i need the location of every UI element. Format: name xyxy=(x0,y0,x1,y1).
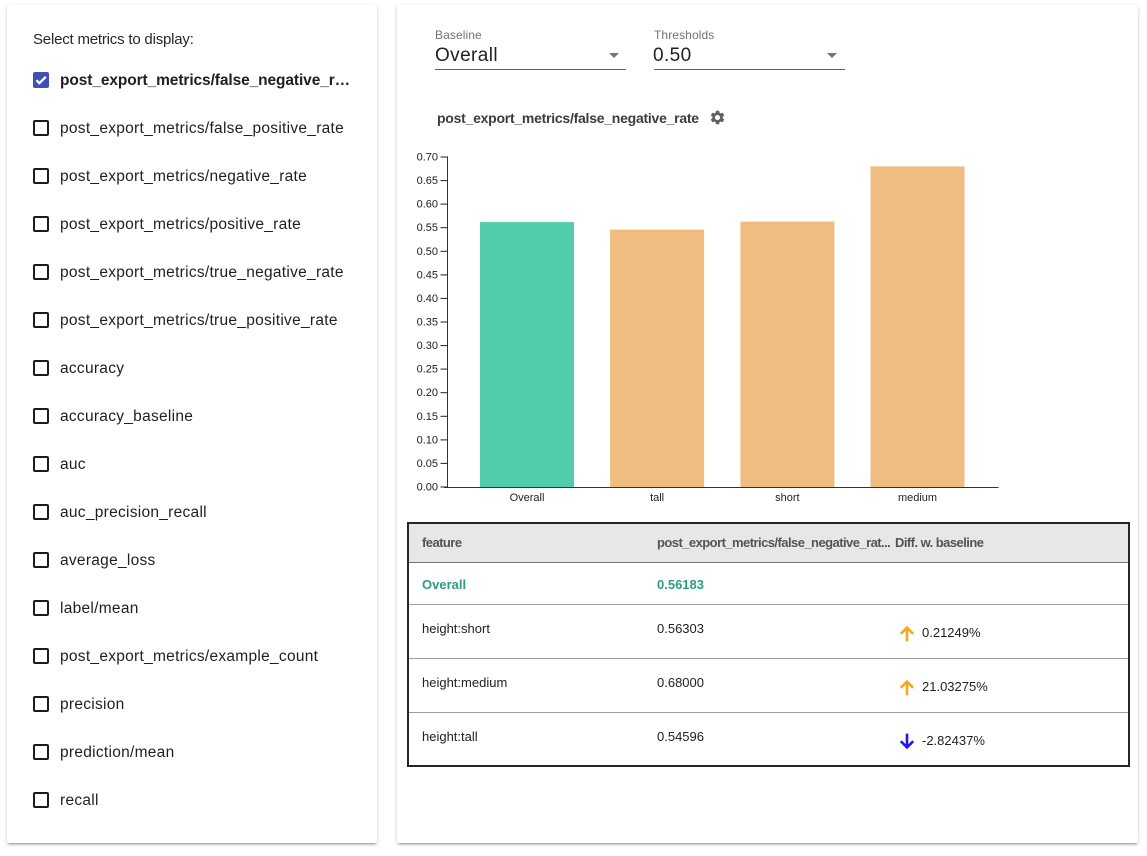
svg-text:0.20: 0.20 xyxy=(417,387,438,399)
svg-text:0.70: 0.70 xyxy=(417,152,438,164)
svg-text:0.55: 0.55 xyxy=(417,222,438,234)
svg-text:0.05: 0.05 xyxy=(417,458,438,470)
svg-text:0.65: 0.65 xyxy=(417,175,438,187)
svg-text:0.00: 0.00 xyxy=(417,482,438,494)
svg-text:0.10: 0.10 xyxy=(417,434,438,446)
svg-text:0.30: 0.30 xyxy=(417,340,438,352)
svg-text:short: short xyxy=(775,492,799,504)
svg-text:0.25: 0.25 xyxy=(417,364,438,376)
svg-text:Overall: Overall xyxy=(510,492,545,504)
svg-text:0.35: 0.35 xyxy=(417,317,438,329)
svg-text:0.15: 0.15 xyxy=(417,411,438,423)
svg-text:0.50: 0.50 xyxy=(417,246,438,258)
svg-text:0.60: 0.60 xyxy=(417,199,438,211)
svg-text:0.45: 0.45 xyxy=(417,269,438,281)
svg-text:tall: tall xyxy=(650,492,664,504)
svg-text:medium: medium xyxy=(898,492,937,504)
svg-text:0.40: 0.40 xyxy=(417,293,438,305)
